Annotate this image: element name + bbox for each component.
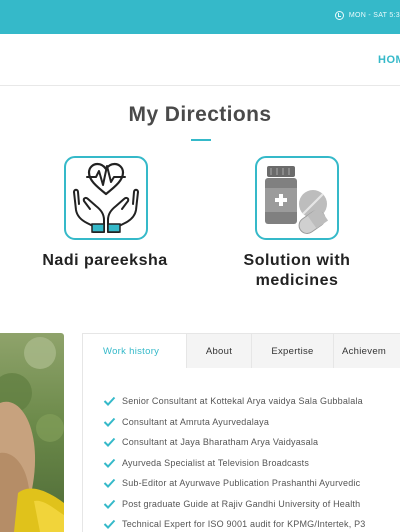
- tab-achievements[interactable]: Achievem: [334, 334, 400, 368]
- service-card-nadi-pareeksha[interactable]: [64, 156, 148, 240]
- check-icon: [103, 438, 116, 448]
- tab-expertise[interactable]: Expertise: [252, 334, 334, 368]
- clock-icon: [334, 11, 344, 20]
- tab-bar: Work history About Expertise Achievem: [83, 334, 400, 368]
- list-item-text: Post graduate Guide at Rajiv Gandhi Univ…: [122, 498, 361, 509]
- list-item-text: Consultant at Jaya Bharatham Arya Vaidya…: [122, 437, 319, 448]
- check-icon: [103, 417, 116, 427]
- list-item: Post graduate Guide at Rajiv Gandhi Univ…: [103, 494, 366, 515]
- list-item-text: Sub-Editor at Ayurwave Publication Prash…: [122, 478, 361, 489]
- list-item: Ayurveda Specialist at Television Broadc…: [103, 453, 366, 474]
- list-item-text: Consultant at Amruta Ayurvedalaya: [122, 416, 270, 427]
- check-icon: [103, 397, 116, 407]
- service-label-solution-with-medicines: Solution with medicines: [243, 252, 351, 289]
- list-item-text: Technical Expert for ISO 9001 audit for …: [122, 519, 366, 530]
- list-item: Sub-Editor at Ayurwave Publication Prash…: [103, 473, 366, 494]
- check-icon: [103, 479, 116, 489]
- profile-tabs-panel: Work history About Expertise Achievem Se…: [82, 333, 400, 532]
- section-title: My Directions: [128, 103, 272, 126]
- list-item: Senior Consultant at Kottekal Arya vaidy…: [103, 391, 366, 412]
- list-item: Consultant at Amruta Ayurvedalaya: [103, 412, 366, 433]
- check-icon: [103, 458, 116, 468]
- opening-hours: MON - SAT 5:3: [334, 11, 400, 20]
- tab-about[interactable]: About: [187, 334, 252, 368]
- medicine-bottle-pills-icon: [265, 166, 329, 234]
- hands-heart-icon: [73, 162, 139, 233]
- title-underline: [191, 139, 211, 141]
- list-item: Technical Expert for ISO 9001 audit for …: [103, 514, 366, 532]
- list-item-text: Senior Consultant at Kottekal Arya vaidy…: [122, 396, 363, 407]
- nav-home-link[interactable]: HOM: [378, 54, 400, 66]
- work-history-list: Senior Consultant at Kottekal Arya vaidy…: [103, 391, 366, 532]
- check-icon: [103, 520, 116, 530]
- main-navbar: HOM: [0, 34, 400, 86]
- opening-hours-text: MON - SAT 5:3: [348, 12, 400, 19]
- list-item-text: Ayurveda Specialist at Television Broadc…: [122, 457, 310, 468]
- list-item: Consultant at Jaya Bharatham Arya Vaidya…: [103, 432, 366, 453]
- doctor-photo: [0, 333, 64, 532]
- tab-work-history[interactable]: Work history: [83, 334, 187, 368]
- top-info-bar: MON - SAT 5:3: [0, 0, 400, 34]
- check-icon: [103, 499, 116, 509]
- service-card-solution-with-medicines[interactable]: [255, 156, 339, 240]
- service-label-nadi-pareeksha: Nadi pareeksha: [42, 252, 168, 269]
